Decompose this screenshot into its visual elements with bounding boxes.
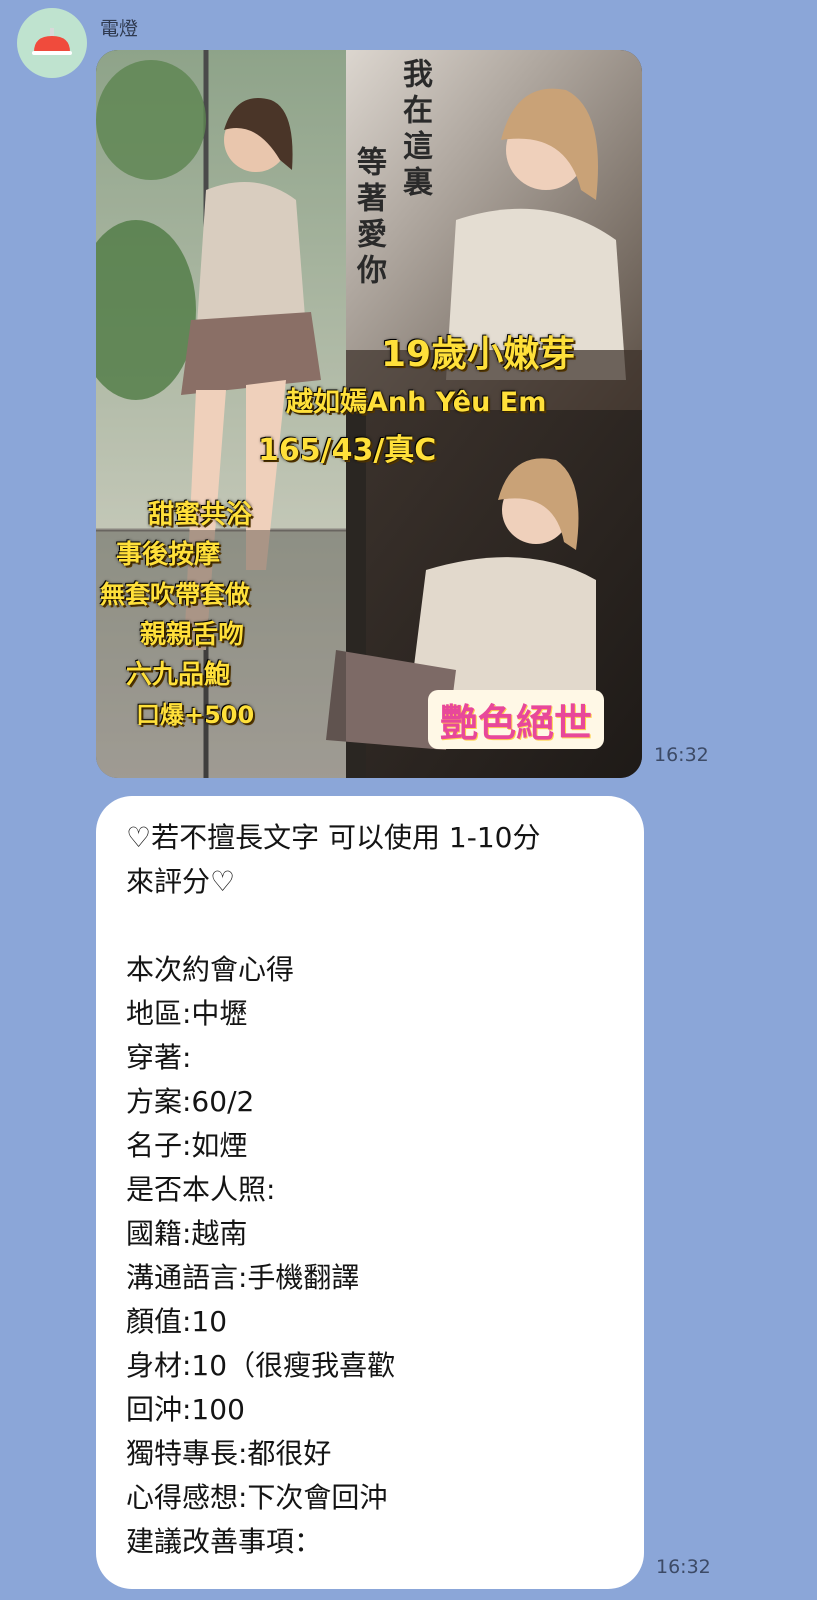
service-line: 事後按摩: [116, 540, 221, 570]
poster-services: 甜蜜共浴 事後按摩 無套吹帶套做 親親舌吻 六九品鮑 口爆+500: [96, 495, 336, 735]
sender-avatar[interactable]: [17, 8, 87, 78]
image-message[interactable]: 我在這裏 等著愛你 19歲小嫩芽 越如嫣Anh Yêu Em 165/43/真C…: [96, 50, 642, 778]
sender-name[interactable]: 電燈: [100, 14, 138, 41]
chat-room: 電燈 我在這裏 等著愛你 19歲小嫩芽 越如嫣Anh Yêu Em 165/43…: [0, 0, 817, 1600]
message-line: 名子:如煙: [126, 1129, 248, 1162]
poster-name-tag: 越如嫣Anh Yêu Em: [286, 387, 547, 418]
message-line: 建議改善事項：: [126, 1525, 323, 1558]
message-line: 是否本人照:: [126, 1173, 276, 1206]
message-line: 國籍:越南: [126, 1217, 248, 1250]
message-line: 來評分♡: [126, 865, 236, 898]
message-time: 16:32: [656, 1556, 711, 1578]
message-line: 顏值:10: [126, 1305, 228, 1338]
poster-stats-tag: 165/43/真C: [258, 433, 437, 468]
message-line: 心得感想:下次會回沖: [126, 1481, 388, 1514]
message-line: 回沖:100: [126, 1393, 245, 1426]
message-line: 穿著:: [126, 1041, 192, 1074]
message-line: [126, 904, 614, 948]
message-line: 本次約會心得: [126, 953, 295, 986]
message-line: ♡若不擅長文字 可以使用 1-10分: [126, 821, 541, 854]
red-lamp-icon: [32, 28, 72, 55]
message-line: 身材:10（很瘦我喜歡: [126, 1349, 396, 1382]
service-line: 親親舌吻: [140, 620, 245, 650]
message-line: 方案:60/2: [126, 1085, 255, 1118]
service-line: 無套吹帶套做: [100, 580, 251, 609]
poster-vertical-text-1: 我在這裏: [397, 58, 432, 202]
message-line: 地區:中壢: [126, 997, 248, 1030]
message-line: 獨特專長:都很好: [126, 1437, 332, 1470]
service-line: 甜蜜共浴: [148, 500, 253, 530]
message-time: 16:32: [654, 744, 709, 766]
service-line: 口爆+500: [136, 701, 255, 729]
poster-vertical-text-2: 等著愛你: [351, 146, 386, 290]
message-line: 溝通語言:手機翻譯: [126, 1261, 360, 1294]
text-message-bubble[interactable]: ♡若不擅長文字 可以使用 1-10分 來評分♡ 本次約會心得 地區:中壢 穿著:…: [96, 796, 644, 1589]
poster-age-tag: 19歲小嫩芽: [381, 334, 576, 375]
service-line: 六九品鮑: [126, 660, 231, 690]
poster-badge: 艷色絕世: [428, 690, 605, 749]
